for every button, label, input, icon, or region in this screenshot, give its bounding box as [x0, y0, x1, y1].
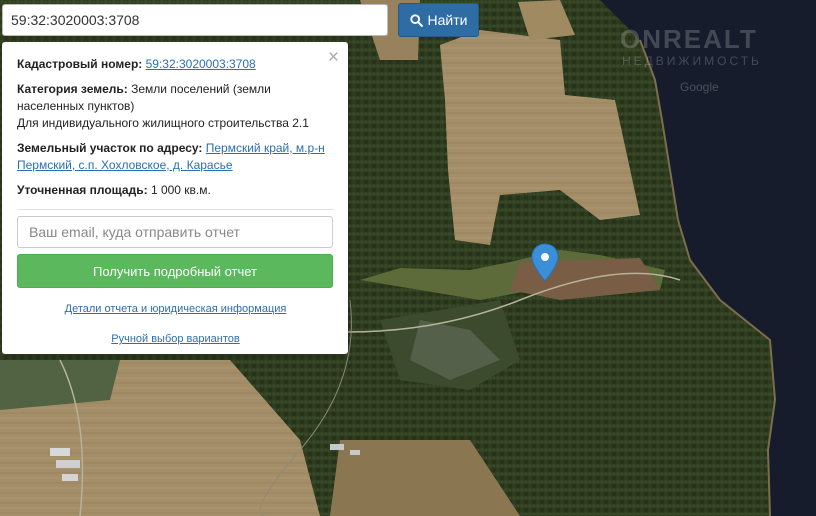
watermark-logo: ONREALT	[620, 24, 758, 54]
usage-value: Для индивидуального жилищного строительс…	[17, 116, 309, 130]
search-icon	[409, 13, 423, 27]
watermark-subtitle: НЕДВИЖИМОСТЬ	[622, 54, 762, 68]
area-value: 1 000 кв.м.	[150, 183, 211, 197]
area-row: Уточненная площадь: 1 000 кв.м.	[17, 182, 334, 199]
divider	[17, 209, 334, 210]
close-icon[interactable]: ×	[328, 48, 339, 67]
report-details-link[interactable]: Детали отчета и юридическая информация	[17, 301, 334, 318]
address-label: Земельный участок по адресу:	[17, 141, 203, 155]
address-row: Земельный участок по адресу: Пермский кр…	[17, 140, 334, 174]
get-report-button[interactable]: Получить подробный отчет	[17, 254, 333, 288]
google-attribution: Google	[680, 80, 719, 94]
info-panel: × Кадастровый номер: 59:32:3020003:3708 …	[2, 42, 348, 354]
search-input[interactable]	[2, 4, 388, 36]
cadastral-link[interactable]: 59:32:3020003:3708	[146, 57, 256, 71]
search-button[interactable]: Найти	[398, 3, 479, 37]
category-row: Категория земель: Земли поселений (земли…	[17, 81, 334, 132]
area-label: Уточненная площадь:	[17, 183, 148, 197]
category-label: Категория земель:	[17, 82, 128, 96]
search-button-label: Найти	[427, 12, 468, 28]
manual-selection-link[interactable]: Ручной выбор вариантов	[17, 331, 334, 348]
cadastral-label: Кадастровый номер:	[17, 57, 143, 71]
email-field[interactable]	[17, 216, 333, 248]
cadastral-row: Кадастровый номер: 59:32:3020003:3708	[17, 56, 334, 73]
